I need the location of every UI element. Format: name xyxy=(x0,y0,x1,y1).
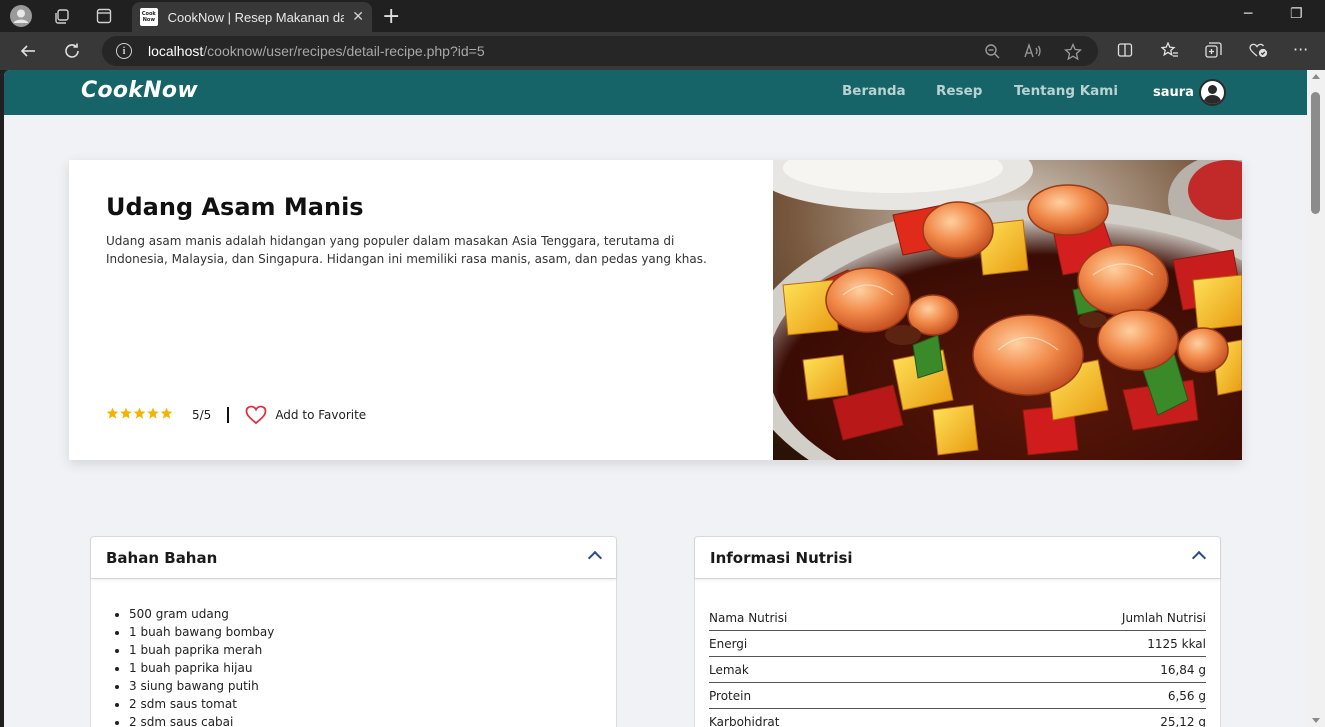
table-row: Protein 6,56 g xyxy=(709,683,1206,709)
url-host: localhost xyxy=(148,43,204,59)
ingredients-list: 500 gram udang 1 buah bawang bombay 1 bu… xyxy=(129,605,274,727)
address-bar[interactable]: i localhost/cooknow/user/recipes/detail-… xyxy=(102,36,1098,66)
table-row: Karbohidrat 25,12 g xyxy=(709,709,1206,727)
heart-icon[interactable] xyxy=(245,405,267,425)
nutrient-amount: 6,56 g xyxy=(1167,688,1206,703)
ingredients-card-header[interactable]: Bahan Bahan xyxy=(91,537,616,579)
page-viewport: CookNow Beranda Resep Tentang Kami saura… xyxy=(4,70,1307,727)
browser-toolbar: i localhost/cooknow/user/recipes/detail-… xyxy=(0,32,1325,70)
list-item: 3 siung bawang putih xyxy=(129,677,274,695)
nutrition-table: Nama Nutrisi Jumlah Nutrisi Energi 1125 … xyxy=(709,605,1206,727)
tab-actions-icon[interactable] xyxy=(93,5,115,27)
refresh-icon[interactable] xyxy=(61,40,83,62)
column-header-name: Nama Nutrisi xyxy=(709,610,788,625)
ingredients-card: Bahan Bahan 500 gram udang 1 buah bawang… xyxy=(90,536,617,727)
more-options-icon[interactable]: ··· xyxy=(1293,40,1308,59)
recipe-photo xyxy=(773,160,1242,460)
tab-title: CookNow | Resep Makanan dan M xyxy=(167,9,345,25)
scroll-up-arrow-icon[interactable] xyxy=(1312,74,1320,79)
favorite-star-icon[interactable] xyxy=(1063,42,1083,65)
url-path: /cooknow/user/recipes/detail-recipe.php?… xyxy=(203,43,485,59)
nutrient-name: Lemak xyxy=(709,662,749,677)
new-tab-icon[interactable]: + xyxy=(382,4,400,29)
nutrient-name: Protein xyxy=(709,688,752,703)
browser-tab-bar: Cook Now CookNow | Resep Makanan dan M ✕… xyxy=(0,0,1325,32)
scrollbar-thumb[interactable] xyxy=(1311,92,1320,214)
rating-text: 5/5 xyxy=(192,408,212,422)
table-header-row: Nama Nutrisi Jumlah Nutrisi xyxy=(709,605,1206,631)
rating-stars-icon xyxy=(106,407,174,424)
nutrition-title: Informasi Nutrisi xyxy=(710,549,853,567)
close-tab-icon[interactable]: ✕ xyxy=(352,9,364,25)
list-item: 1 buah bawang bombay xyxy=(129,623,274,641)
nutrient-amount: 1125 kkal xyxy=(1147,636,1206,651)
browser-tab-active[interactable]: Cook Now CookNow | Resep Makanan dan M ✕ xyxy=(132,2,372,32)
back-icon[interactable] xyxy=(17,40,39,62)
profile-icon[interactable] xyxy=(10,5,32,27)
nutrient-amount: 25,12 g xyxy=(1160,714,1206,727)
recipe-description: Udang asam manis adalah hidangan yang po… xyxy=(106,234,707,266)
chevron-up-icon[interactable] xyxy=(587,550,603,566)
minimize-icon[interactable]: ─ xyxy=(1244,6,1252,22)
table-row: Energi 1125 kkal xyxy=(709,631,1206,657)
restore-icon[interactable]: ❐ xyxy=(1290,6,1303,22)
zoom-icon[interactable] xyxy=(984,43,1000,63)
page-scrollbar[interactable] xyxy=(1307,70,1325,727)
ingredients-title: Bahan Bahan xyxy=(106,549,218,567)
list-item: 2 sdm saus cabai xyxy=(129,713,274,727)
split-screen-icon[interactable] xyxy=(1117,42,1133,62)
nutrition-card: Informasi Nutrisi Nama Nutrisi Jumlah Nu… xyxy=(694,536,1221,727)
list-item: 500 gram udang xyxy=(129,605,274,623)
column-header-amount: Jumlah Nutrisi xyxy=(1121,610,1206,625)
site-info-icon[interactable]: i xyxy=(116,43,132,59)
nav-link-resep[interactable]: Resep xyxy=(936,83,982,99)
read-aloud-icon[interactable] xyxy=(1024,42,1042,63)
workspaces-icon[interactable] xyxy=(51,5,73,27)
browser-essentials-icon[interactable] xyxy=(1248,42,1268,62)
nutrient-name: Energi xyxy=(709,636,748,651)
nav-username[interactable]: saura xyxy=(1153,85,1194,100)
site-navbar: CookNow Beranda Resep Tentang Kami saura xyxy=(4,70,1307,115)
list-item: 1 buah paprika hijau xyxy=(129,659,274,677)
nav-link-tentang-kami[interactable]: Tentang Kami xyxy=(1014,83,1118,99)
recipe-title: Udang Asam Manis xyxy=(106,193,364,221)
user-avatar-icon[interactable] xyxy=(1199,79,1226,106)
list-item: 1 buah paprika merah xyxy=(129,641,274,659)
table-row: Lemak 16,84 g xyxy=(709,657,1206,683)
nav-link-beranda[interactable]: Beranda xyxy=(842,83,906,99)
cooknow-favicon-icon: Cook Now xyxy=(140,8,158,26)
site-logo[interactable]: CookNow xyxy=(81,78,198,103)
favorites-icon[interactable] xyxy=(1160,41,1179,62)
nutrition-card-header[interactable]: Informasi Nutrisi xyxy=(695,537,1220,579)
rating-row: 5/5 Add to Favorite xyxy=(106,405,366,425)
scroll-down-arrow-icon[interactable] xyxy=(1312,718,1320,723)
recipe-hero-card: Udang Asam Manis Udang asam manis adalah… xyxy=(69,160,1242,460)
rating-divider xyxy=(227,407,230,423)
add-to-favorite-button[interactable]: Add to Favorite xyxy=(275,408,366,422)
collections-icon[interactable] xyxy=(1205,42,1223,62)
chevron-up-icon[interactable] xyxy=(1191,550,1207,566)
nutrient-name: Karbohidrat xyxy=(709,714,780,727)
nutrient-amount: 16,84 g xyxy=(1160,662,1206,677)
list-item: 2 sdm saus tomat xyxy=(129,695,274,713)
